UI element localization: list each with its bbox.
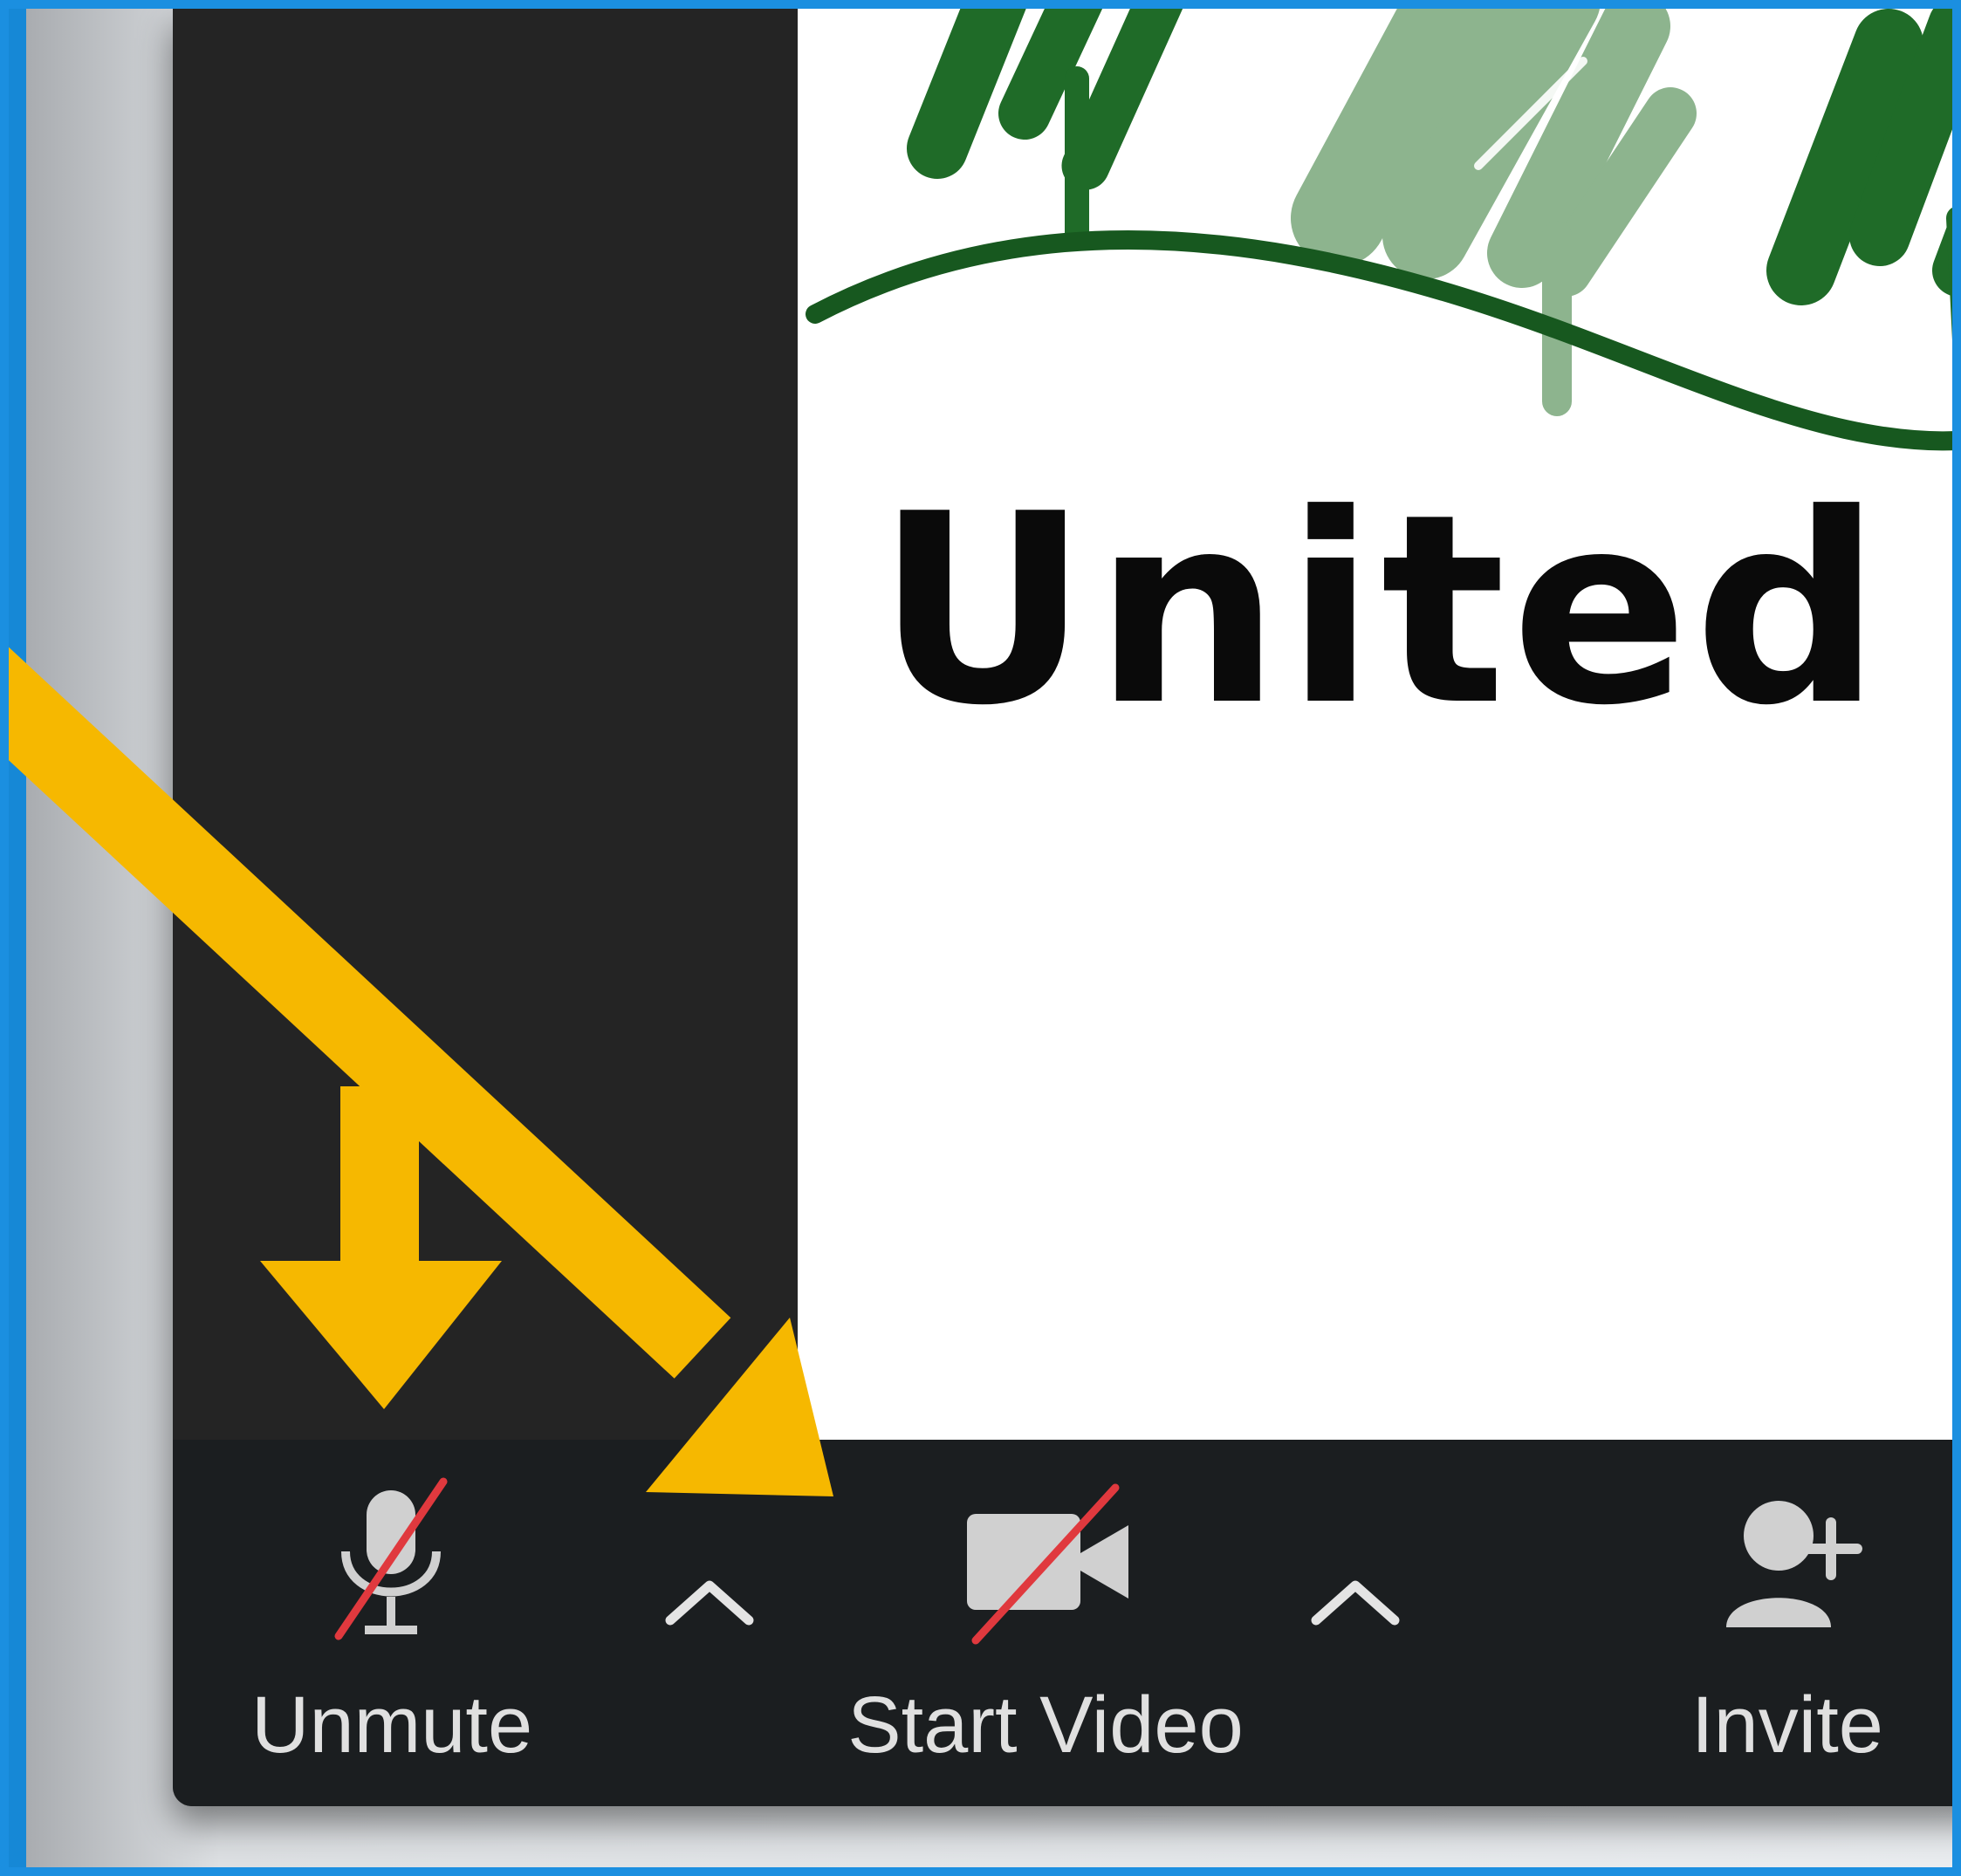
unmute-button[interactable]: Unmute [251, 1440, 533, 1789]
logo-text: United Me [876, 458, 1961, 763]
unmute-label: Unmute [251, 1681, 533, 1770]
audio-options-chevron[interactable] [662, 1566, 758, 1636]
desktop-background: United Me Unmute [26, 9, 1961, 1867]
shared-screen-content: United Me [798, 9, 1961, 1440]
add-person-icon [1726, 1501, 1862, 1627]
tree-logo-image [806, 9, 1961, 451]
microphone-muted-icon [334, 1477, 448, 1640]
chevron-up-icon [665, 1580, 754, 1626]
chevron-up-icon [1311, 1580, 1400, 1626]
start-video-button[interactable]: Start Video [801, 1440, 1290, 1789]
start-video-label: Start Video [847, 1681, 1244, 1770]
invite-button[interactable]: Invite [1665, 1440, 1910, 1789]
video-camera-off-icon [967, 1483, 1128, 1645]
invite-label: Invite [1691, 1681, 1883, 1770]
video-options-chevron[interactable] [1307, 1566, 1403, 1636]
meeting-toolbar: Unmute Start Video Invite [173, 1440, 1961, 1806]
zoom-meeting-window: United Me Unmute [173, 9, 1961, 1806]
